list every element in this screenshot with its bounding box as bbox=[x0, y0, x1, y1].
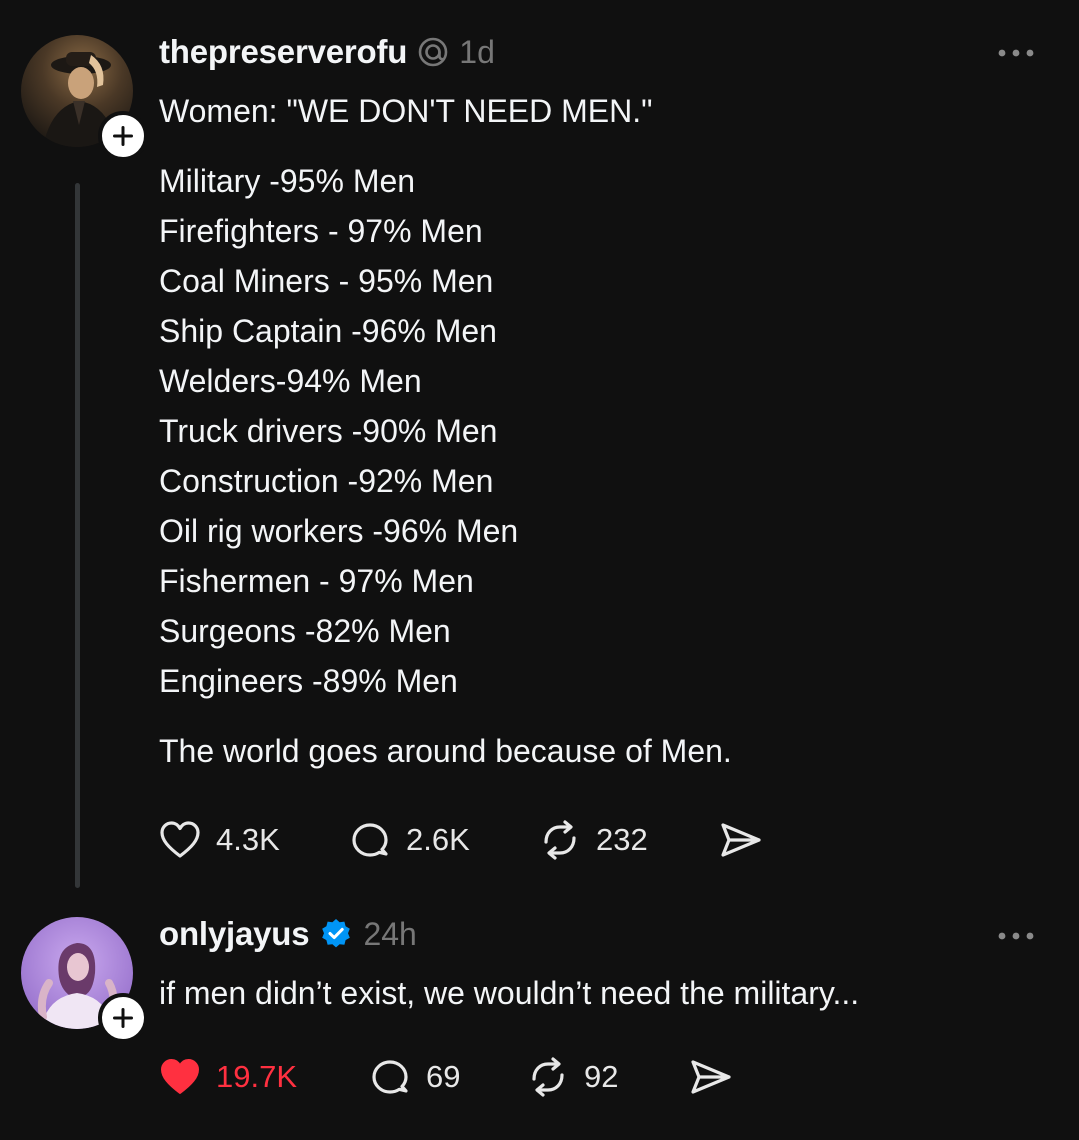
post-header: onlyjayus 24h bbox=[159, 914, 417, 954]
more-options-button[interactable] bbox=[996, 46, 1036, 58]
send-icon bbox=[691, 1060, 731, 1094]
like-button[interactable]: 19.7K bbox=[158, 1052, 297, 1102]
plus-icon bbox=[113, 1008, 133, 1028]
send-icon bbox=[721, 823, 761, 857]
share-button[interactable] bbox=[718, 815, 764, 865]
post-text-line: if men didn’t exist, we wouldn’t need th… bbox=[159, 975, 860, 1011]
thread-post: thepreserverofu 1d Women: "WE DON'T NEED… bbox=[0, 0, 1079, 900]
post-text-line: Fishermen - 97% Men bbox=[159, 563, 474, 599]
thread-post: onlyjayus 24h if men didn’t exist, we wo… bbox=[0, 900, 1079, 1140]
post-text-line: Coal Miners - 95% Men bbox=[159, 263, 494, 299]
post-text-line: Truck drivers -90% Men bbox=[159, 413, 498, 449]
heart-filled-icon bbox=[161, 1059, 199, 1094]
username[interactable]: thepreserverofu bbox=[159, 33, 407, 71]
repost-count: 232 bbox=[596, 822, 648, 857]
heart-icon bbox=[160, 821, 200, 858]
like-count: 19.7K bbox=[216, 1059, 298, 1094]
thread-connector-line bbox=[75, 183, 80, 888]
post-text-line: Surgeons -82% Men bbox=[159, 613, 451, 649]
more-icon bbox=[998, 932, 1034, 940]
like-count: 4.3K bbox=[216, 822, 280, 857]
post-text-line: Military -95% Men bbox=[159, 163, 416, 199]
plus-icon bbox=[113, 126, 133, 146]
repost-icon bbox=[544, 820, 576, 860]
repost-icon bbox=[532, 1057, 564, 1097]
post-text-line: Engineers -89% Men bbox=[159, 663, 458, 699]
repost-button[interactable]: 92 bbox=[526, 1052, 618, 1102]
post-time: 1d bbox=[459, 33, 495, 70]
repost-button[interactable]: 232 bbox=[538, 815, 648, 865]
follow-button[interactable] bbox=[98, 993, 148, 1043]
username[interactable]: onlyjayus bbox=[159, 915, 310, 953]
reply-button[interactable]: 2.6K bbox=[348, 815, 470, 865]
post-text-line: Welders-94% Men bbox=[159, 363, 422, 399]
post-text-line: Oil rig workers -96% Men bbox=[159, 513, 519, 549]
post-header: thepreserverofu 1d bbox=[159, 32, 495, 72]
post-text-line: Ship Captain -96% Men bbox=[159, 313, 497, 349]
comment-icon bbox=[352, 823, 388, 857]
avatar-container[interactable] bbox=[21, 917, 148, 1043]
like-button[interactable]: 4.3K bbox=[158, 815, 280, 865]
follow-button[interactable] bbox=[98, 111, 148, 161]
share-button[interactable] bbox=[688, 1052, 734, 1102]
reply-count: 2.6K bbox=[406, 822, 470, 857]
post-time: 24h bbox=[363, 915, 417, 952]
verified-icon bbox=[319, 917, 353, 951]
reply-button[interactable]: 69 bbox=[368, 1052, 460, 1102]
post-text-line: Women: "WE DON'T NEED MEN." bbox=[159, 93, 653, 129]
more-icon bbox=[998, 49, 1034, 57]
comment-icon bbox=[372, 1060, 408, 1094]
reply-count: 69 bbox=[426, 1059, 461, 1094]
more-options-button[interactable] bbox=[996, 929, 1036, 941]
post-text-line: Firefighters - 97% Men bbox=[159, 213, 483, 249]
post-text-line: Construction -92% Men bbox=[159, 463, 494, 499]
post-text-line: The world goes around because of Men. bbox=[159, 733, 732, 769]
repost-count: 92 bbox=[584, 1059, 619, 1094]
avatar-container[interactable] bbox=[21, 35, 148, 161]
threads-icon bbox=[417, 36, 449, 68]
